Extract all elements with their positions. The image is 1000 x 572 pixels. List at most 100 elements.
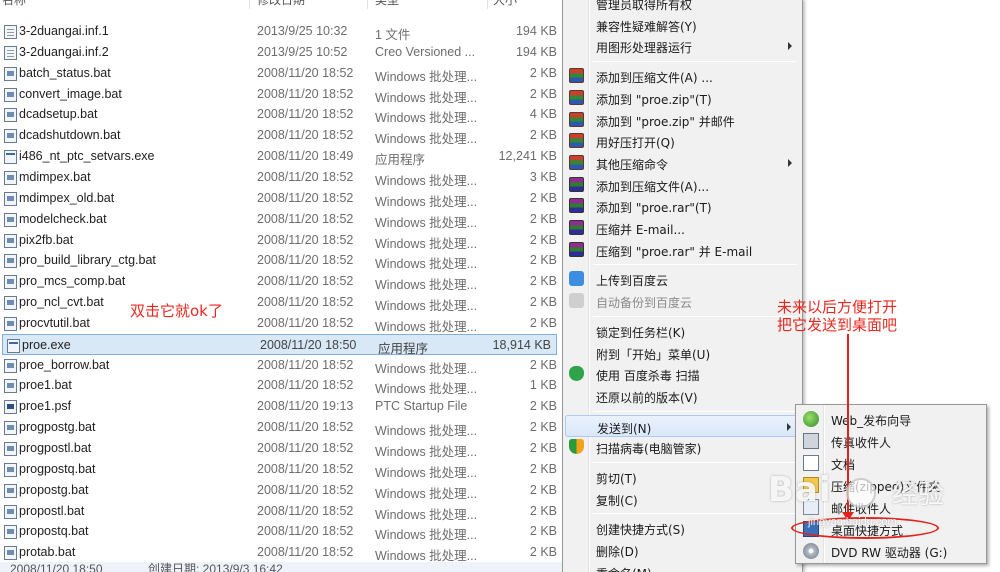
file-row[interactable]: proe_borrow.bat 2008/11/20 18:52 Windows 批… — [0, 355, 562, 376]
file-type: Windows 批处理... — [375, 215, 478, 230]
file-row[interactable]: protab.bat 2008/11/20 18:52 Windows 批处理...… — [0, 542, 562, 563]
column-header-type[interactable]: 类型 — [375, 0, 399, 9]
baidu-paw-icon — [846, 478, 876, 508]
send-to-item[interactable]: Web_发布向导 — [798, 408, 984, 430]
menu-item[interactable]: 压缩并 E-mail... — [565, 217, 800, 239]
column-separator[interactable] — [487, 0, 488, 9]
file-row[interactable]: propostl.bat 2008/11/20 18:52 Windows 批处理.… — [0, 501, 562, 522]
menu-item[interactable]: 重命名(M) — [565, 561, 800, 572]
file-row[interactable]: pix2fb.bat 2008/11/20 18:52 Windows 批处理...… — [0, 230, 562, 251]
menu-item[interactable]: 添加到 "proe.rar"(T) — [565, 195, 800, 217]
file-name: modelcheck.bat — [19, 211, 107, 226]
file-row[interactable]: progpostl.bat 2008/11/20 18:52 Windows 批处理… — [0, 438, 562, 459]
menu-item[interactable]: 添加到 "proe.zip"(T) — [565, 87, 800, 109]
bat-file-icon — [4, 254, 17, 269]
menu-item[interactable]: 压缩到 "proe.rar" 并 E-mail — [565, 239, 800, 261]
menu-item[interactable]: 用好压打开(Q) — [565, 130, 800, 152]
file-row[interactable]: mdimpex_old.bat 2008/11/20 18:52 Windows 批… — [0, 188, 562, 209]
menu-item[interactable]: 锁定到任务栏(K) — [565, 320, 800, 342]
bat-file-icon — [4, 129, 17, 144]
file-row[interactable]: batch_status.bat 2008/11/20 18:52 Windows … — [0, 63, 562, 84]
file-size: 2 KB — [529, 274, 557, 289]
file-row[interactable]: proe1.bat 2008/11/20 18:52 Windows 批处理... 1… — [0, 375, 562, 396]
file-size: 2 KB — [529, 128, 557, 143]
column-header-size[interactable]: 大小 — [493, 0, 517, 9]
bat-file-icon — [4, 316, 17, 331]
file-size: 2 KB — [529, 482, 557, 497]
file-row[interactable]: proe1.psf 2008/11/20 19:13 PTC Startup Fil… — [0, 396, 562, 417]
menu-item-label: 上传到百度云 — [596, 274, 669, 289]
column-header-name[interactable]: 名称 — [2, 0, 26, 9]
file-date: 2008/11/20 18:52 — [257, 190, 354, 205]
file-row[interactable]: dcadshutdown.bat 2008/11/20 18:52 Windows … — [0, 125, 562, 146]
file-type: Windows 批处理... — [375, 194, 478, 209]
file-row[interactable]: propostq.bat 2008/11/20 18:52 Windows 批处理.… — [0, 521, 562, 542]
file-row[interactable]: procvtutil.bat 2008/11/20 18:52 Windows 批处… — [0, 313, 562, 334]
menu-item[interactable]: 添加到压缩文件(A)... — [565, 174, 800, 196]
file-row[interactable]: dcadsetup.bat 2008/11/20 18:52 Windows 批处理… — [0, 104, 562, 125]
menu-item[interactable]: 使用 百度杀毒 扫描 — [565, 363, 800, 385]
watermark-brand: Bai — [768, 470, 832, 510]
send-to-item[interactable]: 传真收件人 — [798, 430, 984, 452]
file-row[interactable]: i486_nt_ptc_setvars.exe 2008/11/20 18:49 应… — [0, 146, 562, 167]
menu-item[interactable]: 发送到(N) — [565, 414, 800, 437]
menu-item[interactable]: 剪切(T) — [565, 466, 800, 488]
file-name: pix2fb.bat — [19, 232, 74, 247]
menu-item[interactable]: 扫描病毒(电脑管家) — [565, 436, 800, 458]
file-row[interactable]: progpostg.bat 2008/11/20 18:52 Windows 批处理… — [0, 417, 562, 438]
file-row[interactable]: pro_build_library_ctg.bat 2008/11/20 18:5… — [0, 250, 562, 271]
menu-item[interactable]: 上传到百度云 — [565, 268, 800, 290]
file-type: Windows 批处理... — [375, 299, 478, 314]
file-name: progpostl.bat — [19, 441, 92, 455]
bat-file-icon — [4, 483, 17, 498]
column-separator[interactable] — [249, 0, 250, 9]
menu-item-label: 压缩到 "proe.rar" 并 E-mail — [596, 244, 753, 259]
file-date: 2008/11/20 19:13 — [257, 399, 354, 414]
shield-green-icon — [569, 366, 584, 382]
menu-item[interactable]: 删除(D) — [565, 539, 800, 561]
file-row[interactable]: 3-2duangai.inf.2 2013/9/25 10:52 Creo Vers… — [0, 42, 562, 63]
menu-item[interactable]: 附到「开始」菜单(U) — [565, 342, 800, 364]
bat-file-icon — [4, 275, 17, 290]
baidu-cloud-grey-icon — [569, 293, 584, 309]
column-separator[interactable] — [367, 0, 368, 9]
file-row[interactable]: convert_image.bat 2008/11/20 18:52 Windows… — [0, 84, 562, 105]
file-row[interactable]: pro_ncl_cvt.bat 2008/11/20 18:52 Windows 批… — [0, 292, 562, 313]
menu-item[interactable]: 管理员取得所有权 — [565, 0, 800, 14]
file-row[interactable]: 3-2duangai.inf.1 2013/9/25 10:32 1 文件 194 K… — [0, 21, 562, 42]
file-row[interactable]: mdimpex.bat 2008/11/20 18:52 Windows 批处理..… — [0, 167, 562, 188]
menu-item[interactable]: 添加到 "proe.zip" 并邮件 — [565, 109, 800, 131]
file-date: 2008/11/20 18:52 — [257, 253, 354, 268]
winrar-icon — [569, 154, 584, 170]
file-row[interactable]: progpostq.bat 2008/11/20 18:52 Windows 批处理… — [0, 459, 562, 480]
menu-item[interactable]: 复制(C) — [565, 488, 800, 510]
send-to-item[interactable]: DVD RW 驱动器 (G:) — [798, 540, 984, 562]
file-size: 12,241 KB — [498, 149, 557, 164]
menu-item-label: 剪切(T) — [596, 472, 637, 486]
file-type: Windows 批处理... — [375, 69, 478, 84]
menu-separator — [593, 513, 797, 515]
file-row[interactable]: modelcheck.bat 2008/11/20 18:52 Windows 批处… — [0, 209, 562, 230]
annotation-send-desktop-line2: 把它发送到桌面吧 — [777, 316, 898, 334]
menu-item[interactable]: 添加到压缩文件(A) ... — [565, 65, 800, 87]
menu-item[interactable]: 用图形处理器运行 — [565, 35, 800, 57]
bat-file-icon — [4, 87, 17, 102]
file-row[interactable]: proe.exe 2008/11/20 18:50 应用程序 18,914 KB — [2, 333, 557, 356]
file-name: protab.bat — [19, 545, 76, 560]
menu-separator — [593, 61, 797, 63]
menu-item-label: 发送到(N) — [597, 421, 652, 436]
bat-file-icon — [4, 462, 17, 477]
menu-item[interactable]: 兼容性疑难解答(Y) — [565, 14, 800, 36]
dvd-drive-icon — [803, 543, 819, 559]
file-type: 1 文件 — [375, 28, 411, 42]
menu-item[interactable]: 其他压缩命令 — [565, 152, 800, 174]
file-type: PTC Startup File — [375, 399, 468, 414]
column-header-date[interactable]: 修改日期 — [257, 0, 305, 9]
file-date: 2013/9/25 10:52 — [257, 44, 348, 59]
menu-item[interactable]: 还原以前的版本(V) — [565, 385, 800, 407]
file-row[interactable]: pro_mcs_comp.bat 2008/11/20 18:52 Windows … — [0, 271, 562, 292]
file-size: 2 KB — [529, 399, 557, 414]
file-row[interactable]: propostg.bat 2008/11/20 18:52 Windows 批处理.… — [0, 480, 562, 501]
file-type: Windows 批处理... — [375, 465, 478, 480]
menu-item[interactable]: 创建快捷方式(S) — [565, 517, 800, 539]
